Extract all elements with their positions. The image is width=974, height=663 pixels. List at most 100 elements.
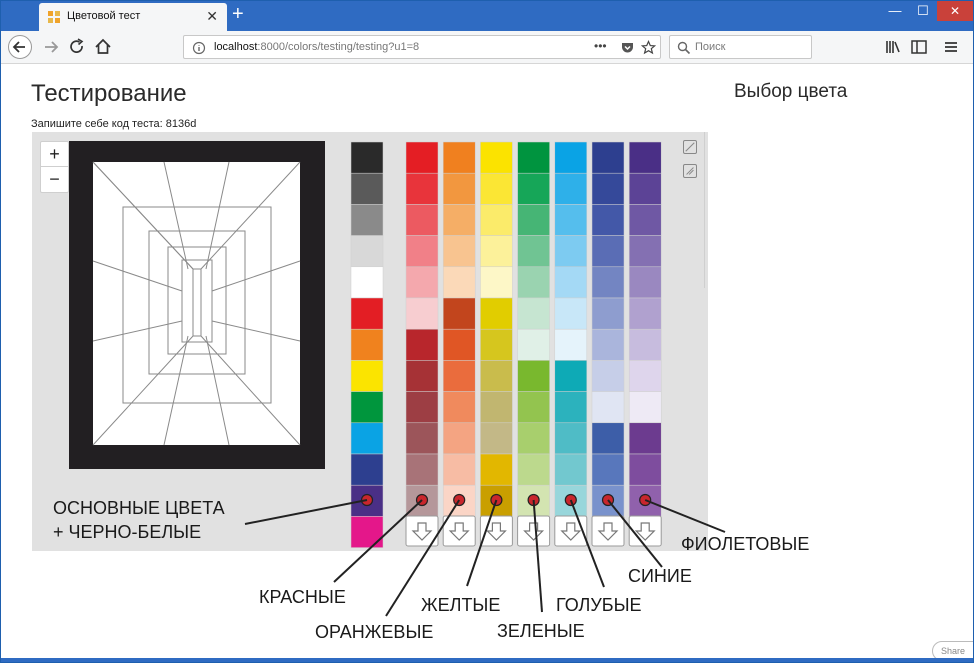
green-swatch[interactable] [517,422,550,455]
search-input[interactable]: Поиск [669,35,812,59]
yellow-swatch[interactable] [480,141,513,174]
close-window-button[interactable]: ✕ [937,1,973,21]
cyan-swatch[interactable] [554,204,588,236]
blue-swatch[interactable] [591,360,625,392]
green-swatch[interactable] [517,453,550,486]
basic-swatch[interactable] [350,141,384,174]
green-swatch[interactable] [517,141,550,174]
green-swatch[interactable] [517,391,550,424]
red-swatch[interactable] [405,297,439,330]
basic-swatch[interactable] [350,516,384,548]
cyan-swatch[interactable] [554,297,588,330]
cyan-swatch[interactable] [554,141,588,174]
violet-swatch[interactable] [628,328,662,361]
address-bar[interactable]: localhost:8000/colors/testing/testing?u1… [183,35,661,59]
orange-swatch[interactable] [442,141,476,174]
cyan-swatch[interactable] [554,235,588,268]
blue-expand-button[interactable] [591,515,625,547]
yellow-swatch[interactable] [480,422,513,455]
violet-swatch[interactable] [628,266,662,299]
green-swatch[interactable] [517,266,550,299]
blue-swatch[interactable] [591,391,625,424]
yellow-swatch[interactable] [480,328,513,361]
blue-swatch[interactable] [591,328,625,361]
yellow-swatch[interactable] [480,297,513,330]
blue-swatch[interactable] [591,422,625,455]
orange-swatch[interactable] [442,204,476,236]
orange-swatch[interactable] [442,297,476,330]
yellow-swatch[interactable] [480,235,513,268]
basic-swatch[interactable] [350,266,384,299]
red-swatch[interactable] [405,266,439,299]
blue-swatch[interactable] [591,297,625,330]
orange-swatch[interactable] [442,360,476,392]
page-actions-icon[interactable]: ••• [594,39,607,53]
yellow-swatch[interactable] [480,453,513,486]
new-tab-icon[interactable]: + [232,3,244,26]
cyan-swatch[interactable] [554,328,588,361]
basic-swatch[interactable] [350,328,384,361]
red-swatch[interactable] [405,391,439,424]
violet-swatch[interactable] [628,172,662,205]
orange-swatch[interactable] [442,172,476,205]
zoom-in-button[interactable]: + [41,142,68,167]
blue-swatch[interactable] [591,266,625,299]
basic-swatch[interactable] [350,453,384,486]
menu-icon[interactable] [941,35,961,59]
basic-swatch[interactable] [350,391,384,424]
cyan-swatch[interactable] [554,453,588,486]
orange-swatch[interactable] [442,391,476,424]
green-expand-button[interactable] [517,515,551,547]
green-swatch[interactable] [517,328,550,361]
cyan-swatch[interactable] [554,360,588,392]
pocket-icon[interactable] [620,40,635,55]
green-swatch[interactable] [517,360,550,392]
forward-arrow-icon[interactable] [41,35,61,59]
orange-swatch[interactable] [442,453,476,486]
orange-swatch[interactable] [442,235,476,268]
violet-swatch[interactable] [628,141,662,174]
green-swatch[interactable] [517,297,550,330]
orange-swatch[interactable] [442,422,476,455]
cyan-swatch[interactable] [554,391,588,424]
sidebar-icon[interactable] [909,35,929,59]
basic-swatch[interactable] [350,235,384,268]
orange-swatch[interactable] [442,266,476,299]
green-swatch[interactable] [517,204,550,236]
maximize-button[interactable]: ☐ [910,1,936,21]
orange-swatch[interactable] [442,328,476,361]
basic-swatch[interactable] [350,360,384,392]
blue-swatch[interactable] [591,172,625,205]
basic-swatch[interactable] [350,172,384,205]
basic-swatch[interactable] [350,204,384,236]
blue-swatch[interactable] [591,235,625,268]
red-swatch[interactable] [405,360,439,392]
bookmark-star-icon[interactable] [641,40,656,55]
orange-expand-button[interactable] [442,515,476,547]
library-icon[interactable] [883,35,903,59]
basic-swatch[interactable] [350,297,384,330]
red-swatch[interactable] [405,328,439,361]
violet-swatch[interactable] [628,453,662,486]
cyan-swatch[interactable] [554,266,588,299]
violet-swatch[interactable] [628,360,662,392]
blue-swatch[interactable] [591,141,625,174]
red-swatch[interactable] [405,172,439,205]
green-swatch[interactable] [517,235,550,268]
red-swatch[interactable] [405,204,439,236]
violet-swatch[interactable] [628,422,662,455]
violet-swatch[interactable] [628,391,662,424]
reload-icon[interactable] [67,35,87,59]
violet-swatch[interactable] [628,297,662,330]
basic-swatch[interactable] [350,422,384,455]
eraser-icon[interactable] [683,140,697,154]
yellow-swatch[interactable] [480,204,513,236]
back-button[interactable] [8,35,32,59]
fill-icon[interactable] [683,164,697,178]
yellow-swatch[interactable] [480,360,513,392]
yellow-swatch[interactable] [480,172,513,205]
cyan-swatch[interactable] [554,172,588,205]
zoom-out-button[interactable]: − [41,167,68,192]
info-icon[interactable] [192,41,206,55]
violet-swatch[interactable] [628,204,662,236]
